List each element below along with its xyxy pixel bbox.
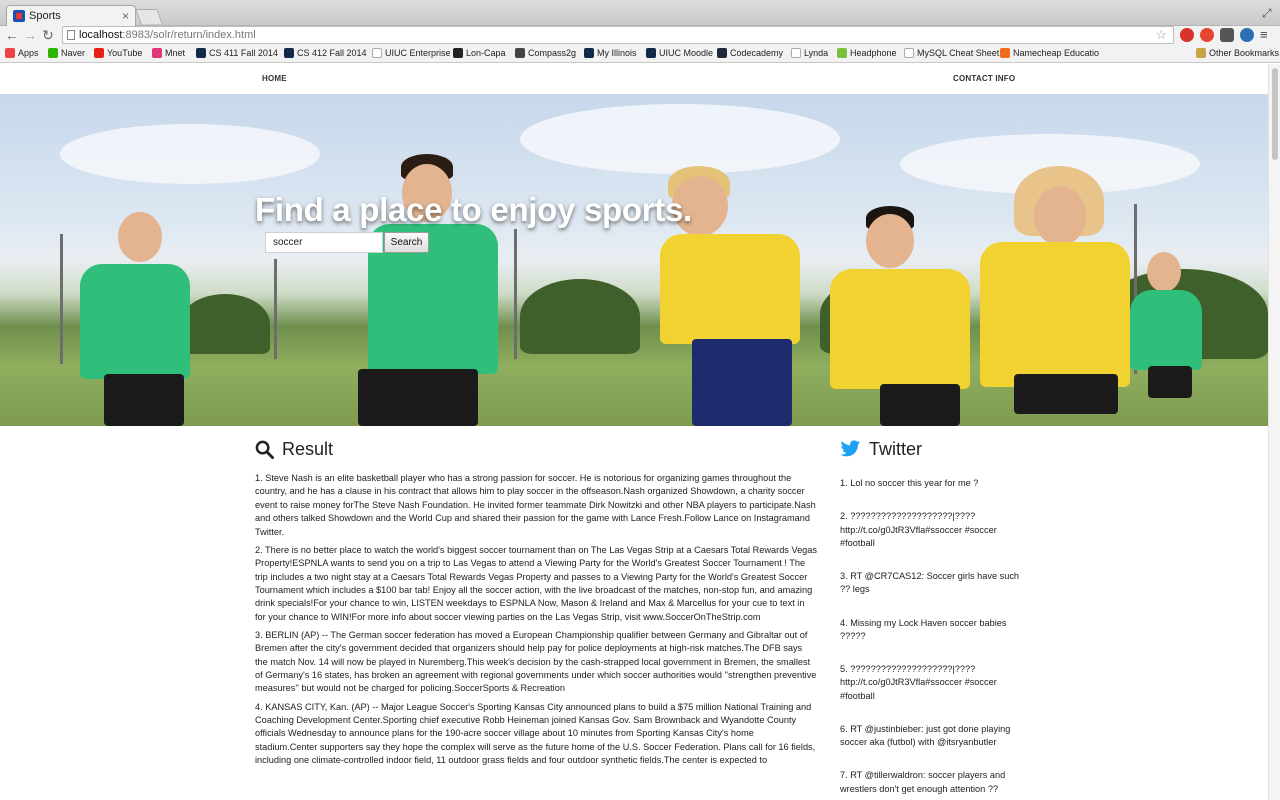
player-shorts: [880, 384, 960, 426]
tweet-list: 1. Lol no soccer this year for me ? 2. ?…: [840, 477, 1020, 796]
result-section: Result 1. Steve Nash is an elite basketb…: [255, 436, 817, 772]
player-shorts: [692, 339, 792, 426]
result-item: 4. KANSAS CITY, Kan. (AP) -- Major Leagu…: [255, 701, 816, 766]
tree-shape: [180, 294, 270, 354]
extension-opera-icon[interactable]: [1200, 28, 1214, 42]
player-head: [1147, 252, 1181, 292]
bookmark-lon-capa[interactable]: Lon-Capa: [453, 48, 506, 58]
hero-title: Find a place to enjoy sports.: [255, 191, 692, 228]
bookmark-headphone[interactable]: Headphone: [837, 48, 897, 58]
player-shorts: [104, 374, 184, 426]
hero-banner: Find a place to enjoy sports. Search: [0, 94, 1268, 426]
headphones-icon[interactable]: [1240, 28, 1254, 42]
player-shorts: [358, 369, 478, 426]
browser-toolbar: ← → ↻ localhost:8983/solr/return/index.h…: [0, 26, 1280, 45]
player-yellow-jersey: [980, 242, 1130, 387]
bookmark-youtube[interactable]: YouTube: [94, 48, 142, 58]
result-item: 1. Steve Nash is an elite basketball pla…: [255, 473, 816, 537]
tweet-item: 6. RT @justinbieber: just got done playi…: [840, 723, 1011, 748]
url-path: :8983/solr/return/index.html: [122, 29, 256, 41]
menu-icon[interactable]: ≡: [1260, 28, 1274, 42]
tweet-item: 5. ????????????????????|???? http://t.co…: [840, 664, 997, 701]
bookmarks-bar: Apps Naver YouTube Mnet CS 411 Fall 2014…: [0, 45, 1280, 63]
light-pole: [514, 229, 517, 359]
wrench-icon[interactable]: [1220, 28, 1234, 42]
cloud-shape: [520, 104, 840, 174]
tweet-item: 4. Missing my Lock Haven soccer babies ?…: [840, 617, 1007, 641]
bookmark-my-illinois[interactable]: My Illinois: [584, 48, 637, 58]
light-pole: [60, 234, 63, 364]
bookmark-uiuc-enterprise[interactable]: UIUC Enterprise: [372, 48, 451, 58]
other-bookmarks[interactable]: Other Bookmarks: [1196, 48, 1279, 58]
result-list: 1. Steve Nash is an elite basketball pla…: [255, 472, 817, 768]
bookmark-mysql-cheat-sheet[interactable]: MySQL Cheat Sheet: [904, 48, 999, 58]
bookmark-cs411[interactable]: CS 411 Fall 2014: [196, 48, 278, 58]
result-item: 2. There is no better place to watch the…: [255, 544, 817, 622]
twitter-bird-icon: [840, 440, 861, 457]
address-bar[interactable]: localhost:8983/solr/return/index.html ☆: [62, 26, 1174, 44]
result-header: Result: [255, 436, 817, 462]
bookmark-mnet[interactable]: Mnet: [152, 48, 185, 58]
result-item: 3. BERLIN (AP) -- The German soccer fede…: [255, 629, 817, 694]
bookmark-cs412[interactable]: CS 412 Fall 2014: [284, 48, 367, 58]
search-input[interactable]: [265, 232, 383, 253]
extension-red-icon[interactable]: [1180, 28, 1194, 42]
player-head: [866, 214, 914, 268]
bookmark-naver[interactable]: Naver: [48, 48, 85, 58]
search-button[interactable]: Search: [384, 232, 429, 253]
tweet-item: 1. Lol no soccer this year for me ?: [840, 478, 979, 488]
forward-icon[interactable]: →: [22, 27, 38, 43]
back-icon[interactable]: ←: [4, 27, 20, 43]
player-shorts: [1014, 374, 1118, 414]
player-green-jersey: [80, 264, 190, 379]
nav-home-link[interactable]: HOME: [262, 74, 287, 83]
bookmark-uiuc-moodle[interactable]: UIUC Moodle: [646, 48, 713, 58]
browser-tab-bar: Sports × ⤢: [0, 0, 1280, 26]
browser-tab[interactable]: Sports ×: [6, 5, 136, 26]
close-tab-icon[interactable]: ×: [122, 9, 129, 23]
scrollbar-thumb[interactable]: [1272, 68, 1278, 160]
tweet-item: 3. RT @CR7CAS12: Soccer girls have such …: [840, 571, 1020, 595]
nav-contact-link[interactable]: CONTACT INFO: [953, 74, 1015, 83]
player-green-jersey: [1130, 290, 1202, 370]
magnifier-icon: [255, 440, 274, 459]
tweet-item: 2. ????????????????????|???? http://t.co…: [840, 511, 997, 548]
twitter-section: Twitter 1. Lol no soccer this year for m…: [840, 436, 1020, 800]
player-shorts: [1148, 366, 1192, 398]
light-pole: [274, 259, 277, 359]
player-head: [118, 212, 162, 262]
player-yellow-jersey: [830, 269, 970, 389]
bookmark-lynda[interactable]: Lynda: [791, 48, 828, 58]
bookmark-codecademy[interactable]: Codecademy: [717, 48, 783, 58]
web-page: HOME CONTACT INFO Find a place to enjoy …: [0, 64, 1268, 800]
tree-shape: [520, 279, 640, 354]
twitter-heading: Twitter: [869, 438, 923, 459]
site-favicon-icon: [13, 10, 25, 22]
page-scrollbar[interactable]: [1268, 64, 1280, 800]
tab-title: Sports: [29, 10, 61, 22]
bookmark-compass2g[interactable]: Compass2g: [515, 48, 576, 58]
new-tab-button[interactable]: [135, 9, 163, 24]
reload-icon[interactable]: ↻: [40, 27, 56, 43]
bookmark-apps[interactable]: Apps: [5, 48, 39, 58]
cloud-shape: [60, 124, 320, 184]
page-icon: [67, 30, 75, 40]
url-host: localhost: [79, 29, 123, 41]
site-navigation: HOME CONTACT INFO: [0, 64, 1268, 94]
bookmark-star-icon[interactable]: ☆: [1155, 27, 1167, 43]
bookmark-namecheap[interactable]: Namecheap Educatio: [1000, 48, 1099, 58]
twitter-header: Twitter: [840, 436, 1020, 462]
player-head: [1034, 186, 1086, 246]
player-yellow-jersey: [660, 234, 800, 344]
result-heading: Result: [282, 438, 334, 459]
fullscreen-icon[interactable]: ⤢: [1262, 6, 1272, 21]
tweet-item: 7. RT @tillerwaldron: soccer players and…: [840, 770, 1006, 794]
